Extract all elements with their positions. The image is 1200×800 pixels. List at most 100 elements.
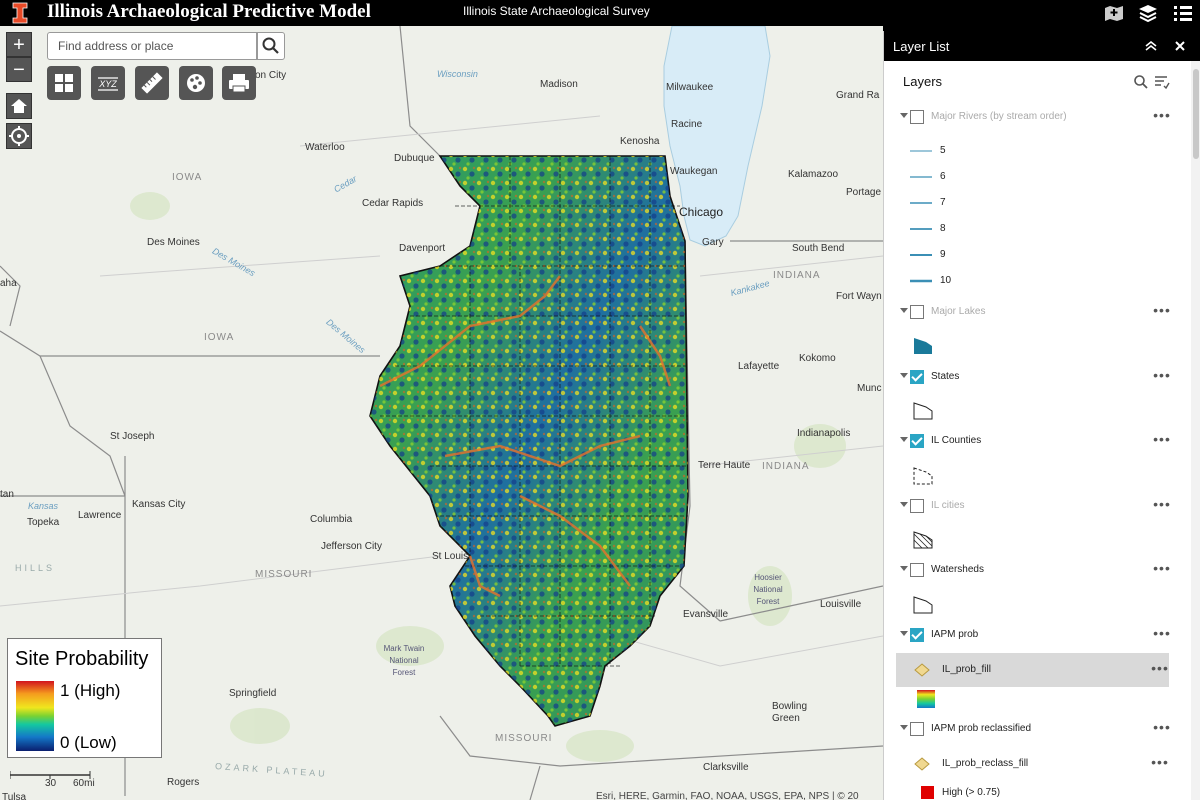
sublayer-row-il-prob-reclass-fill[interactable]: IL_prob_reclass_fill ••• — [896, 747, 1169, 781]
more-options-icon[interactable]: ••• — [1153, 626, 1171, 641]
caret-down-icon[interactable] — [900, 373, 908, 378]
draw-button[interactable] — [179, 66, 213, 100]
river-order-item: 5 — [908, 142, 1158, 160]
line-symbol-icon — [910, 228, 932, 230]
map-label-city: Springfield — [229, 688, 277, 699]
caret-down-icon[interactable] — [900, 566, 908, 571]
reclass-high-swatch — [921, 786, 934, 799]
basemap-gallery-button[interactable] — [47, 66, 81, 100]
caret-down-icon[interactable] — [900, 308, 908, 313]
print-button[interactable] — [222, 66, 256, 100]
panel-scrollbar[interactable] — [1191, 61, 1200, 800]
layer-checkbox[interactable] — [910, 434, 924, 448]
layer-row-iapm-prob[interactable]: IAPM prob ••• — [898, 626, 1178, 645]
scale-label-mi: 60mi — [73, 778, 95, 789]
layer-row-watersheds[interactable]: Watersheds ••• — [898, 561, 1178, 580]
map-label-city: Bowling Green — [772, 701, 808, 724]
layer-row-major-rivers[interactable]: Major Rivers (by stream order) ••• — [898, 108, 1178, 127]
layer-checkbox[interactable] — [910, 628, 924, 642]
layer-checkbox[interactable] — [910, 370, 924, 384]
more-options-icon[interactable]: ••• — [1153, 720, 1171, 735]
map-label-state: INDIANA — [773, 270, 821, 281]
search-button[interactable] — [257, 32, 285, 60]
caret-down-icon[interactable] — [900, 113, 908, 118]
home-button[interactable] — [6, 93, 32, 119]
line-symbol-icon — [910, 150, 932, 152]
map-label-park: Mark Twain National Forest — [383, 644, 425, 677]
caret-down-icon[interactable] — [900, 725, 908, 730]
map-label-city: aha — [0, 278, 17, 289]
layer-row-il-cities[interactable]: IL cities ••• — [898, 497, 1178, 516]
layer-row-iapm-prob-reclassified[interactable]: IAPM prob reclassified ••• — [898, 720, 1178, 739]
map-label-state: MISSOURI — [255, 569, 313, 580]
layer-checkbox[interactable] — [910, 722, 924, 736]
panel-scrollbar-thumb[interactable] — [1193, 69, 1199, 159]
map-label-city: Kenosha — [620, 136, 660, 147]
layer-row-major-lakes[interactable]: Major Lakes ••• — [898, 303, 1178, 322]
sublayer-row-il-prob-fill[interactable]: IL_prob_fill ••• — [896, 653, 1169, 687]
more-options-icon[interactable]: ••• — [1153, 303, 1171, 318]
river-order-label: 8 — [940, 223, 946, 234]
layer-name: States — [931, 371, 960, 382]
zoom-in-button[interactable]: + — [6, 32, 32, 57]
map-label-city: Cedar Rapids — [362, 198, 424, 209]
map-label-city: Chicago — [679, 205, 724, 219]
more-options-icon[interactable]: ••• — [1153, 108, 1171, 123]
layer-checkbox[interactable] — [910, 563, 924, 577]
layer-name: Watersheds — [931, 564, 984, 575]
close-panel-button[interactable] — [1171, 37, 1189, 55]
layer-row-states[interactable]: States ••• — [898, 368, 1178, 387]
more-options-icon[interactable]: ••• — [1151, 661, 1169, 676]
map-view[interactable]: IOWA IOWA MISSOURI MISSOURI INDIANA INDI… — [0, 26, 883, 800]
river-order-label: 7 — [940, 197, 946, 208]
map-label-city: Gary — [702, 237, 724, 248]
more-options-icon[interactable]: ••• — [1153, 497, 1171, 512]
map-add-icon[interactable] — [1103, 3, 1125, 23]
layer-checkbox[interactable] — [910, 305, 924, 319]
river-order-item: 9 — [908, 246, 1158, 264]
list-icon[interactable] — [1172, 3, 1194, 23]
map-label-city: Lafayette — [738, 361, 780, 372]
measure-button[interactable] — [135, 66, 169, 100]
map-label-city: Clarksville — [703, 762, 749, 773]
layer-search-button[interactable] — [1132, 73, 1150, 91]
layer-name: Major Rivers (by stream order) — [931, 111, 1067, 122]
printer-icon — [229, 74, 249, 93]
layer-checkbox[interactable] — [910, 110, 924, 124]
raster-diamond-icon — [914, 663, 930, 677]
locate-button[interactable] — [6, 123, 32, 149]
map-label-city: Lawrence — [78, 510, 122, 521]
line-symbol-icon — [910, 253, 932, 257]
more-options-icon[interactable]: ••• — [1153, 432, 1171, 447]
more-options-icon[interactable]: ••• — [1153, 561, 1171, 576]
more-options-icon[interactable]: ••• — [1151, 755, 1169, 770]
search-box — [47, 32, 257, 60]
more-options-icon[interactable]: ••• — [1153, 368, 1171, 383]
map-label-city: Jefferson City — [321, 541, 382, 552]
zoom-out-button[interactable]: − — [6, 57, 32, 82]
layer-filter-button[interactable] — [1153, 73, 1171, 91]
layer-name: IL Counties — [931, 435, 982, 446]
app-title: Illinois Archaeological Predictive Model — [47, 1, 371, 22]
map-label-city: Waukegan — [670, 166, 718, 177]
layers-icon[interactable] — [1137, 3, 1159, 23]
layer-name: IAPM prob reclassified — [931, 723, 1032, 734]
layer-name: Major Lakes — [931, 306, 986, 317]
polygon-symbol-icon — [913, 402, 933, 420]
svg-text:XYZ: XYZ — [98, 79, 117, 89]
coordinate-button[interactable]: XYZ — [91, 66, 125, 100]
legend-color-ramp — [16, 681, 54, 751]
layer-row-il-counties[interactable]: IL Counties ••• — [898, 432, 1178, 451]
layer-checkbox[interactable] — [910, 499, 924, 513]
caret-down-icon[interactable] — [900, 631, 908, 636]
caret-down-icon[interactable] — [900, 502, 908, 507]
dashed-polygon-symbol-icon — [913, 467, 933, 485]
river-order-label: 6 — [940, 171, 946, 182]
map-label-city: Louisville — [820, 599, 862, 610]
xyz-icon: XYZ — [98, 77, 118, 91]
caret-down-icon[interactable] — [900, 437, 908, 442]
search-icon — [1134, 75, 1148, 89]
map-label-city: Grand Ra — [836, 90, 880, 101]
collapse-panel-button[interactable] — [1142, 37, 1160, 55]
search-input[interactable] — [48, 33, 256, 59]
